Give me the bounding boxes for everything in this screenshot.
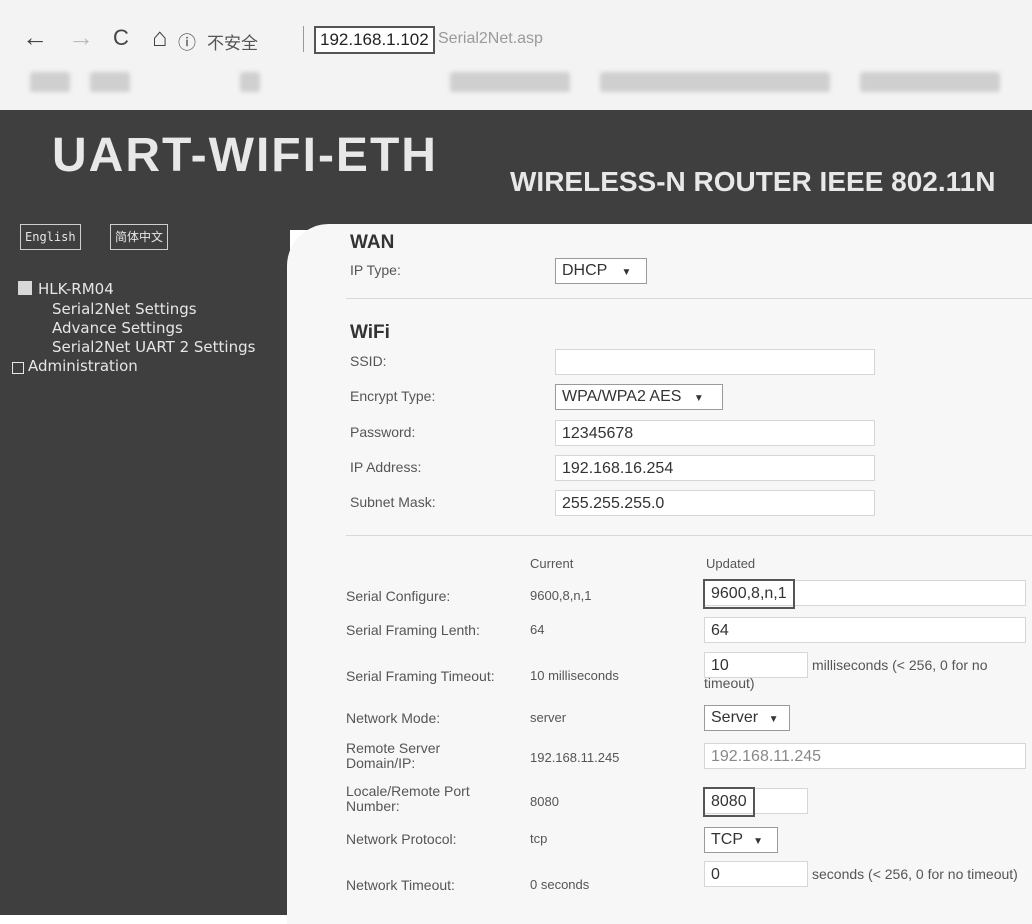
- bookmarks-bar: [10, 66, 1020, 98]
- network-protocol-current: tcp: [530, 831, 548, 846]
- product-subtitle: WIRELESS-N ROUTER IEEE 802.11N: [510, 166, 996, 197]
- sidebar-device-name[interactable]: HLK-RM04: [38, 280, 114, 298]
- bookmark-item[interactable]: [600, 72, 830, 92]
- back-arrow-icon[interactable]: ←: [22, 22, 48, 53]
- port-number-label: Locale/Remote Port Number:: [346, 783, 470, 814]
- network-timeout-label: Network Timeout:: [346, 877, 455, 893]
- expand-icon[interactable]: [12, 362, 24, 374]
- sidebar-item-serial2net[interactable]: Serial2Net Settings: [52, 300, 197, 318]
- forward-arrow-icon[interactable]: →: [68, 22, 94, 53]
- network-protocol-select[interactable]: TCP ▼: [704, 827, 778, 853]
- current-column-header: Current: [530, 556, 574, 571]
- port-number-value: 8080: [703, 787, 755, 817]
- bookmark-item[interactable]: [90, 72, 130, 92]
- wifi-heading: WiFi: [350, 322, 390, 343]
- password-label: Password:: [350, 424, 416, 440]
- info-icon[interactable]: ⓘ: [178, 29, 196, 55]
- url-host[interactable]: 192.168.1.102: [314, 26, 435, 54]
- serial-framing-timeout-current: 10 milliseconds: [530, 668, 619, 683]
- port-number-current: 8080: [530, 794, 559, 809]
- serial-configure-value: 9600,8,n,1: [703, 579, 795, 609]
- dropdown-arrow-icon: ▼: [753, 836, 764, 847]
- ip-address-label: IP Address:: [350, 459, 422, 475]
- dropdown-arrow-icon: ▼: [693, 393, 704, 404]
- dropdown-arrow-icon: ▼: [621, 267, 632, 278]
- wan-heading: WAN: [350, 232, 395, 253]
- network-protocol-value: TCP: [711, 831, 743, 848]
- ip-type-label: IP Type:: [350, 262, 401, 278]
- router-header: UART-WIFI-ETH WIRELESS-N ROUTER IEEE 802…: [0, 110, 1032, 230]
- network-timeout-note: seconds (< 256, 0 for no timeout): [812, 866, 1018, 882]
- dropdown-arrow-icon: ▼: [768, 714, 779, 725]
- port-number-input[interactable]: 8080: [703, 787, 808, 817]
- network-mode-label: Network Mode:: [346, 710, 441, 726]
- content-panel: [287, 224, 1032, 924]
- network-timeout-current: 0 seconds: [530, 877, 590, 892]
- network-mode-value: Server: [711, 709, 759, 726]
- reload-icon[interactable]: C: [113, 25, 129, 51]
- ssid-field[interactable]: [555, 349, 875, 375]
- ssid-label: SSID:: [350, 353, 387, 369]
- serial-framing-timeout-note: milliseconds (< 256, 0 for no timeout): [704, 657, 988, 691]
- encrypt-type-select[interactable]: WPA/WPA2 AES ▼: [555, 384, 723, 410]
- encrypt-type-value: WPA/WPA2 AES: [562, 388, 682, 405]
- serial-configure-label: Serial Configure:: [346, 588, 451, 604]
- network-mode-current: server: [530, 710, 567, 725]
- device-icon: [18, 281, 32, 295]
- serial-framing-length-input[interactable]: 64: [704, 617, 1026, 643]
- bookmark-item[interactable]: [450, 72, 570, 92]
- serial-configure-input[interactable]: 9600,8,n,1: [703, 579, 1026, 609]
- browser-toolbar: ← → C ⌂ ⓘ 不安全 192.168.1.102 Serial2Net.a…: [0, 0, 1032, 111]
- subnet-mask-label: Subnet Mask:: [350, 494, 436, 510]
- sidebar-item-advance[interactable]: Advance Settings: [52, 319, 183, 337]
- chinese-language-button[interactable]: 简体中文: [110, 224, 169, 250]
- english-language-button[interactable]: English: [20, 224, 81, 250]
- ip-address-field[interactable]: 192.168.16.254: [555, 455, 875, 481]
- serial-framing-length-label: Serial Framing Lenth:: [346, 622, 480, 638]
- network-protocol-label: Network Protocol:: [346, 831, 457, 847]
- sidebar-item-uart2[interactable]: Serial2Net UART 2 Settings: [52, 338, 255, 356]
- remote-server-input[interactable]: 192.168.11.245: [704, 743, 1026, 769]
- divider: [346, 535, 1032, 536]
- network-mode-select[interactable]: Server ▼: [704, 705, 790, 731]
- remote-server-current: 192.168.11.245: [530, 750, 620, 765]
- serial-framing-timeout-label: Serial Framing Timeout:: [346, 668, 495, 684]
- url-divider: [303, 26, 304, 52]
- ip-type-select[interactable]: DHCP ▼: [555, 258, 647, 284]
- ip-type-value: DHCP: [562, 262, 608, 279]
- home-icon[interactable]: ⌂: [152, 22, 168, 53]
- divider: [346, 298, 1032, 299]
- product-logo: UART-WIFI-ETH: [52, 129, 438, 182]
- password-field[interactable]: 12345678: [555, 420, 875, 446]
- remote-server-label: Remote Server Domain/IP:: [346, 740, 441, 771]
- updated-column-header: Updated: [706, 556, 756, 571]
- security-status: 不安全: [207, 34, 258, 53]
- serial-configure-current: 9600,8,n,1: [530, 588, 592, 603]
- bookmark-item[interactable]: [30, 72, 70, 92]
- url-path[interactable]: Serial2Net.asp: [438, 30, 543, 48]
- encrypt-type-label: Encrypt Type:: [350, 388, 436, 404]
- sidebar-item-administration[interactable]: Administration: [28, 357, 138, 375]
- bookmark-item[interactable]: [860, 72, 1000, 92]
- subnet-mask-field[interactable]: 255.255.255.0: [555, 490, 875, 516]
- bookmark-item[interactable]: [240, 72, 260, 92]
- serial-framing-length-current: 64: [530, 622, 545, 637]
